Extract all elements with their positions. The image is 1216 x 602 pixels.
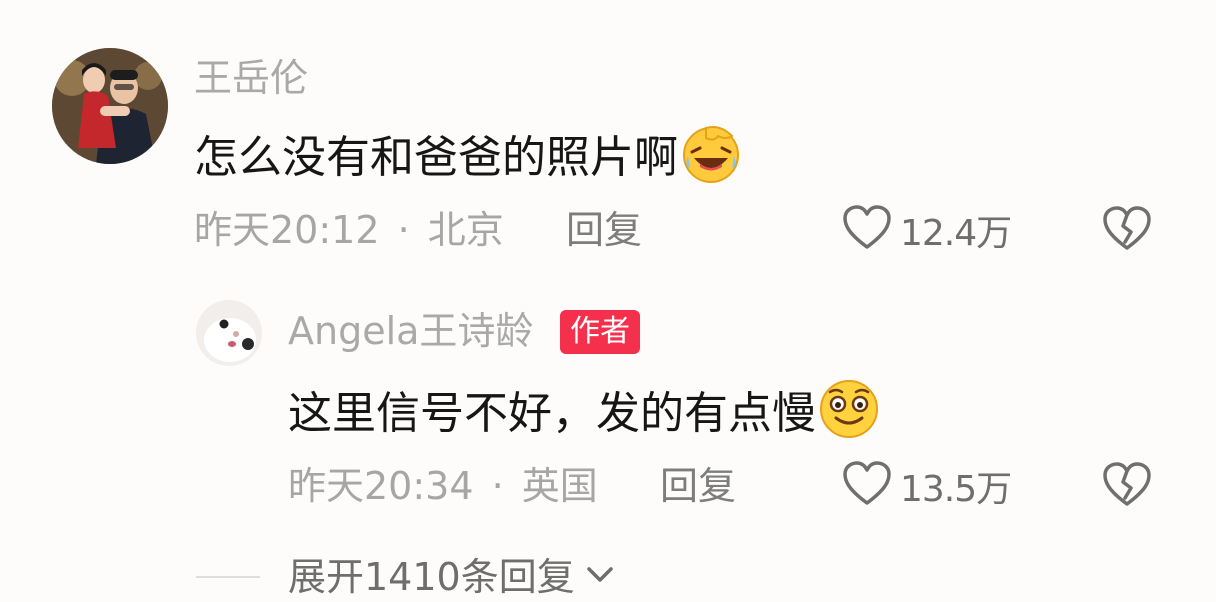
like-count: 12.4万	[900, 213, 1012, 254]
laughing-crying-face-icon	[680, 122, 742, 198]
reply-location: 英国	[521, 464, 598, 508]
divider	[196, 576, 260, 578]
broken-heart-icon[interactable]	[1102, 462, 1152, 512]
broken-heart-icon[interactable]	[1102, 206, 1152, 256]
comment-time: 昨天20:12	[194, 208, 380, 252]
reply-meta: 昨天20:34 · 英国	[288, 462, 598, 510]
reply-reply-button[interactable]: 回复	[660, 462, 736, 510]
reply-text-body: 这里信号不好，发的有点慢	[288, 388, 816, 439]
author-badge: 作者	[560, 310, 640, 354]
reply-like-button[interactable]: 13.5万	[842, 460, 1012, 512]
username[interactable]: 王岳伦	[194, 54, 308, 102]
like-button[interactable]: 12.4万	[842, 204, 1012, 256]
reply-avatar[interactable]	[196, 300, 262, 366]
avatar[interactable]	[52, 48, 168, 164]
comment-meta: 昨天20:12 · 北京	[194, 206, 504, 254]
reply-button[interactable]: 回复	[566, 206, 642, 254]
chevron-down-icon	[585, 565, 615, 589]
reply-like-count: 13.5万	[900, 469, 1012, 510]
smiling-face-icon	[818, 378, 880, 454]
expand-replies-label: 展开1410条回复	[288, 555, 575, 599]
reply-time: 昨天20:34	[288, 464, 474, 508]
reply-username[interactable]: Angela王诗龄	[288, 306, 533, 356]
comment-text: 怎么没有和爸爸的照片啊	[194, 122, 742, 198]
expand-replies-button[interactable]: 展开1410条回复	[288, 552, 615, 602]
comment-location: 北京	[427, 208, 504, 252]
meta-separator: ·	[491, 464, 504, 508]
heart-icon	[842, 205, 892, 255]
heart-icon	[842, 461, 892, 511]
meta-separator: ·	[397, 208, 410, 252]
comment-text-body: 怎么没有和爸爸的照片啊	[194, 132, 678, 183]
reply-text: 这里信号不好，发的有点慢	[288, 378, 880, 454]
